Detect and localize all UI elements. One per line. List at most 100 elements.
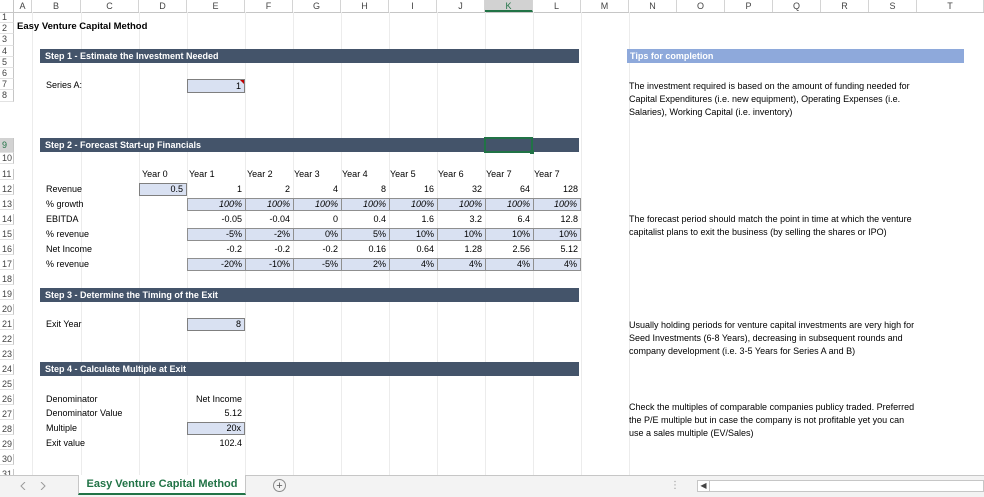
fill-handle[interactable] [530, 150, 534, 154]
row-header[interactable]: 27 [0, 408, 14, 420]
series-a-input[interactable]: 1 [187, 79, 245, 93]
multiple-input[interactable]: 20x [187, 422, 245, 435]
net-margin-input[interactable]: 2% [342, 259, 390, 270]
growth-input[interactable]: 100% [534, 199, 580, 210]
ebitda-cell[interactable]: 3.2 [437, 214, 485, 225]
net-income-cell[interactable]: -0.2 [245, 244, 293, 255]
row-header[interactable]: 26 [0, 393, 14, 405]
col-header-r[interactable]: R [821, 0, 869, 12]
col-header-m[interactable]: M [581, 0, 629, 12]
net-margin-input[interactable]: -10% [246, 259, 294, 270]
col-header-k[interactable]: K [485, 0, 533, 12]
row-header[interactable]: 21 [0, 318, 14, 330]
net-margin-input[interactable]: 4% [486, 259, 534, 270]
row-header[interactable]: 12 [0, 183, 14, 195]
col-header-a[interactable]: A [14, 0, 32, 12]
row-header[interactable]: 16 [0, 243, 14, 255]
col-header-d[interactable]: D [139, 0, 187, 12]
net-margin-input[interactable]: -5% [294, 259, 342, 270]
growth-input[interactable]: 100% [390, 199, 438, 210]
row-header[interactable]: 29 [0, 438, 14, 450]
denominator-value-cell[interactable]: 5.12 [187, 408, 245, 419]
row-header[interactable]: 1 [0, 12, 14, 24]
ebitda-margin-input[interactable]: 0% [294, 229, 342, 240]
row-header[interactable]: 8 [0, 90, 14, 102]
col-header-t[interactable]: T [917, 0, 984, 12]
net-income-cell[interactable]: 2.56 [485, 244, 533, 255]
col-header-l[interactable]: L [533, 0, 581, 12]
ebitda-cell[interactable]: -0.05 [187, 214, 245, 225]
ebitda-cell[interactable]: 6.4 [485, 214, 533, 225]
col-header-n[interactable]: N [629, 0, 677, 12]
row-header[interactable]: 30 [0, 453, 14, 465]
row-header[interactable]: 5 [0, 56, 14, 68]
denominator-value[interactable]: Net Income [187, 394, 245, 405]
exit-value-cell[interactable]: 102.4 [187, 438, 245, 449]
col-header-h[interactable]: H [341, 0, 389, 12]
exit-year-input[interactable]: 8 [187, 318, 245, 331]
row-header[interactable]: 14 [0, 213, 14, 225]
col-header-q[interactable]: Q [773, 0, 821, 12]
net-margin-input[interactable]: 4% [534, 259, 580, 270]
ebitda-cell[interactable]: 0.4 [341, 214, 389, 225]
growth-input[interactable]: 100% [188, 199, 246, 210]
active-cell-selection[interactable] [484, 137, 534, 154]
col-header-s[interactable]: S [869, 0, 917, 12]
select-all-corner[interactable] [0, 0, 14, 12]
row-header[interactable]: 18 [0, 273, 14, 285]
growth-input[interactable]: 100% [438, 199, 486, 210]
ebitda-margin-input[interactable]: 10% [390, 229, 438, 240]
tab-scroll-right-icon[interactable] [40, 482, 46, 490]
net-margin-input[interactable]: 4% [438, 259, 486, 270]
revenue-cell[interactable]: 2 [245, 184, 293, 195]
col-header-f[interactable]: F [245, 0, 293, 12]
ebitda-margin-input[interactable]: 10% [486, 229, 534, 240]
net-income-cell[interactable]: -0.2 [293, 244, 341, 255]
net-income-cell[interactable]: 1.28 [437, 244, 485, 255]
revenue-year0-input[interactable]: 0.5 [139, 183, 187, 196]
col-header-p[interactable]: P [725, 0, 773, 12]
row-header[interactable]: 28 [0, 423, 14, 435]
row-header[interactable]: 15 [0, 228, 14, 240]
row-header[interactable]: 20 [0, 303, 14, 315]
row-header[interactable]: 2 [0, 23, 14, 35]
net-income-cell[interactable]: 5.12 [533, 244, 581, 255]
net-margin-input[interactable]: 4% [390, 259, 438, 270]
revenue-cell[interactable]: 32 [437, 184, 485, 195]
horizontal-scrollbar[interactable]: ◀ [697, 480, 984, 492]
net-income-cell[interactable]: 0.16 [341, 244, 389, 255]
row-header[interactable]: 11 [0, 168, 14, 180]
row-header[interactable]: 4 [0, 45, 14, 57]
scroll-left-icon[interactable]: ◀ [698, 481, 710, 491]
col-header-g[interactable]: G [293, 0, 341, 12]
net-margin-input[interactable]: -20% [188, 259, 246, 270]
new-sheet-icon[interactable]: + [273, 479, 286, 492]
net-income-cell[interactable]: -0.2 [187, 244, 245, 255]
col-header-e[interactable]: E [187, 0, 245, 12]
growth-input[interactable]: 100% [246, 199, 294, 210]
tab-splitter-icon[interactable]: ⋮ [670, 480, 680, 491]
col-header-i[interactable]: I [389, 0, 437, 12]
row-header[interactable]: 10 [0, 152, 14, 164]
sheet-tab-active[interactable]: Easy Venture Capital Method [78, 475, 246, 495]
growth-input[interactable]: 100% [294, 199, 342, 210]
revenue-cell[interactable]: 1 [187, 184, 245, 195]
col-header-b[interactable]: B [32, 0, 81, 12]
worksheet[interactable]: A B C D E F G H I J K L M N O P Q R S T … [0, 0, 984, 475]
row-header[interactable]: 17 [0, 258, 14, 270]
tab-scroll-left-icon[interactable] [20, 482, 26, 490]
ebitda-margin-input[interactable]: 10% [438, 229, 486, 240]
ebitda-cell[interactable]: 12.8 [533, 214, 581, 225]
col-header-o[interactable]: O [677, 0, 725, 12]
ebitda-margin-input[interactable]: -2% [246, 229, 294, 240]
ebitda-cell[interactable]: -0.04 [245, 214, 293, 225]
growth-input[interactable]: 100% [342, 199, 390, 210]
ebitda-margin-input[interactable]: -5% [188, 229, 246, 240]
row-header[interactable]: 13 [0, 198, 14, 210]
row-header[interactable]: 25 [0, 378, 14, 390]
row-header[interactable]: 19 [0, 288, 14, 300]
row-header[interactable]: 22 [0, 333, 14, 345]
revenue-cell[interactable]: 64 [485, 184, 533, 195]
revenue-cell[interactable]: 8 [341, 184, 389, 195]
ebitda-cell[interactable]: 1.6 [389, 214, 437, 225]
